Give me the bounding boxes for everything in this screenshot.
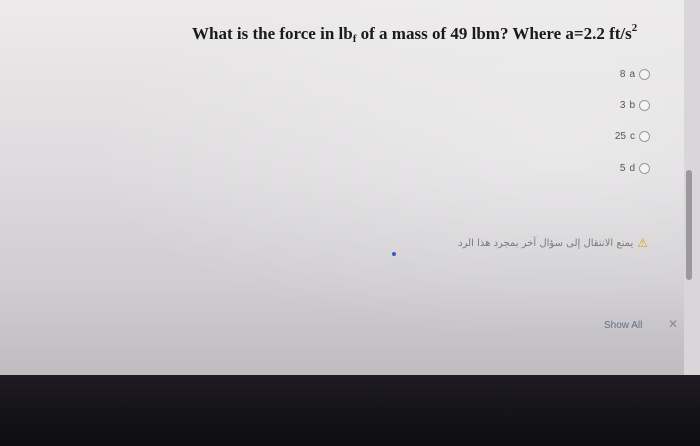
option-letter: d xyxy=(629,162,635,174)
question-body: of a mass of 49 lbm? Where a=2.2 ft/s xyxy=(356,24,632,43)
navigation-warning: ⚠ يمنع الانتقال إلى سؤال آخر بمجرد هذا ا… xyxy=(458,236,648,250)
option-letter: b xyxy=(629,99,635,111)
cursor-dot xyxy=(392,252,396,256)
radio-button[interactable] xyxy=(639,68,650,80)
close-icon[interactable]: ✕ xyxy=(668,317,678,331)
option-b[interactable]: 3 b xyxy=(620,97,650,113)
quiz-screen: What is the force in lbf of a mass of 49… xyxy=(0,0,700,375)
option-letter: a xyxy=(629,68,635,80)
question-superscript: 2 xyxy=(631,22,638,34)
question-prefix: What is the force in lb xyxy=(192,24,353,43)
radio-button[interactable] xyxy=(639,130,650,142)
warning-text: يمنع الانتقال إلى سؤال آخر بمجرد هذا الر… xyxy=(458,237,634,249)
option-letter: c xyxy=(630,130,635,142)
option-c[interactable]: 25 c xyxy=(615,128,650,144)
screen-glare xyxy=(0,0,700,375)
option-value: 8 xyxy=(619,68,626,80)
radio-button[interactable] xyxy=(639,162,650,174)
radio-button[interactable] xyxy=(639,99,650,111)
warning-icon: ⚠ xyxy=(637,236,648,250)
option-value: 5 xyxy=(619,162,626,174)
option-value: 3 xyxy=(619,99,626,111)
option-value: 25 xyxy=(614,130,626,142)
option-a[interactable]: 8 a xyxy=(620,66,650,82)
show-all-button[interactable]: Show All xyxy=(604,320,642,331)
question-text: What is the force in lbf of a mass of 49… xyxy=(192,22,637,45)
scrollbar-thumb[interactable] xyxy=(686,170,692,280)
monitor-bezel xyxy=(0,375,700,446)
option-d[interactable]: 5 d xyxy=(620,160,650,176)
